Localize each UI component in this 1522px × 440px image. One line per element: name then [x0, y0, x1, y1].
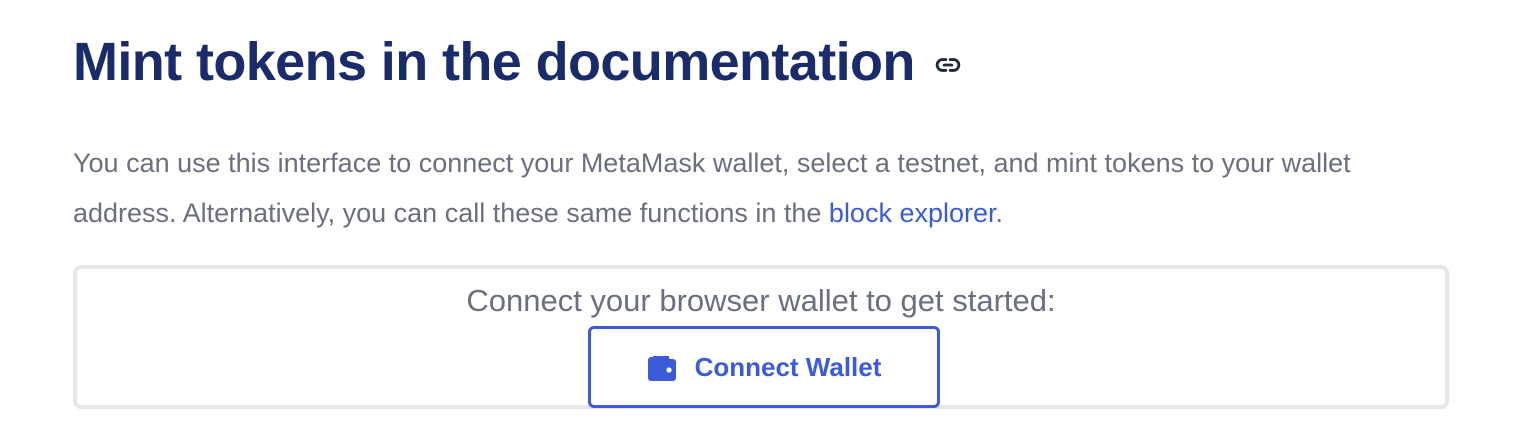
link-icon[interactable] — [933, 50, 963, 80]
page-title: Mint tokens in the documentation — [73, 32, 915, 92]
connect-wallet-label: Connect Wallet — [694, 351, 882, 382]
heading-row: Mint tokens in the documentation — [73, 26, 963, 98]
connect-wallet-card: Connect your browser wallet to get start… — [73, 265, 1449, 409]
block-explorer-link[interactable]: block explorer — [829, 198, 996, 228]
wallet-icon — [647, 352, 677, 382]
connect-wallet-button[interactable]: Connect Wallet — [588, 326, 940, 408]
intro-text-end: . — [995, 198, 1004, 228]
intro-paragraph: You can use this interface to connect yo… — [73, 138, 1449, 238]
connect-prompt: Connect your browser wallet to get start… — [466, 283, 1056, 318]
intro-text: You can use this interface to connect yo… — [73, 148, 1351, 228]
